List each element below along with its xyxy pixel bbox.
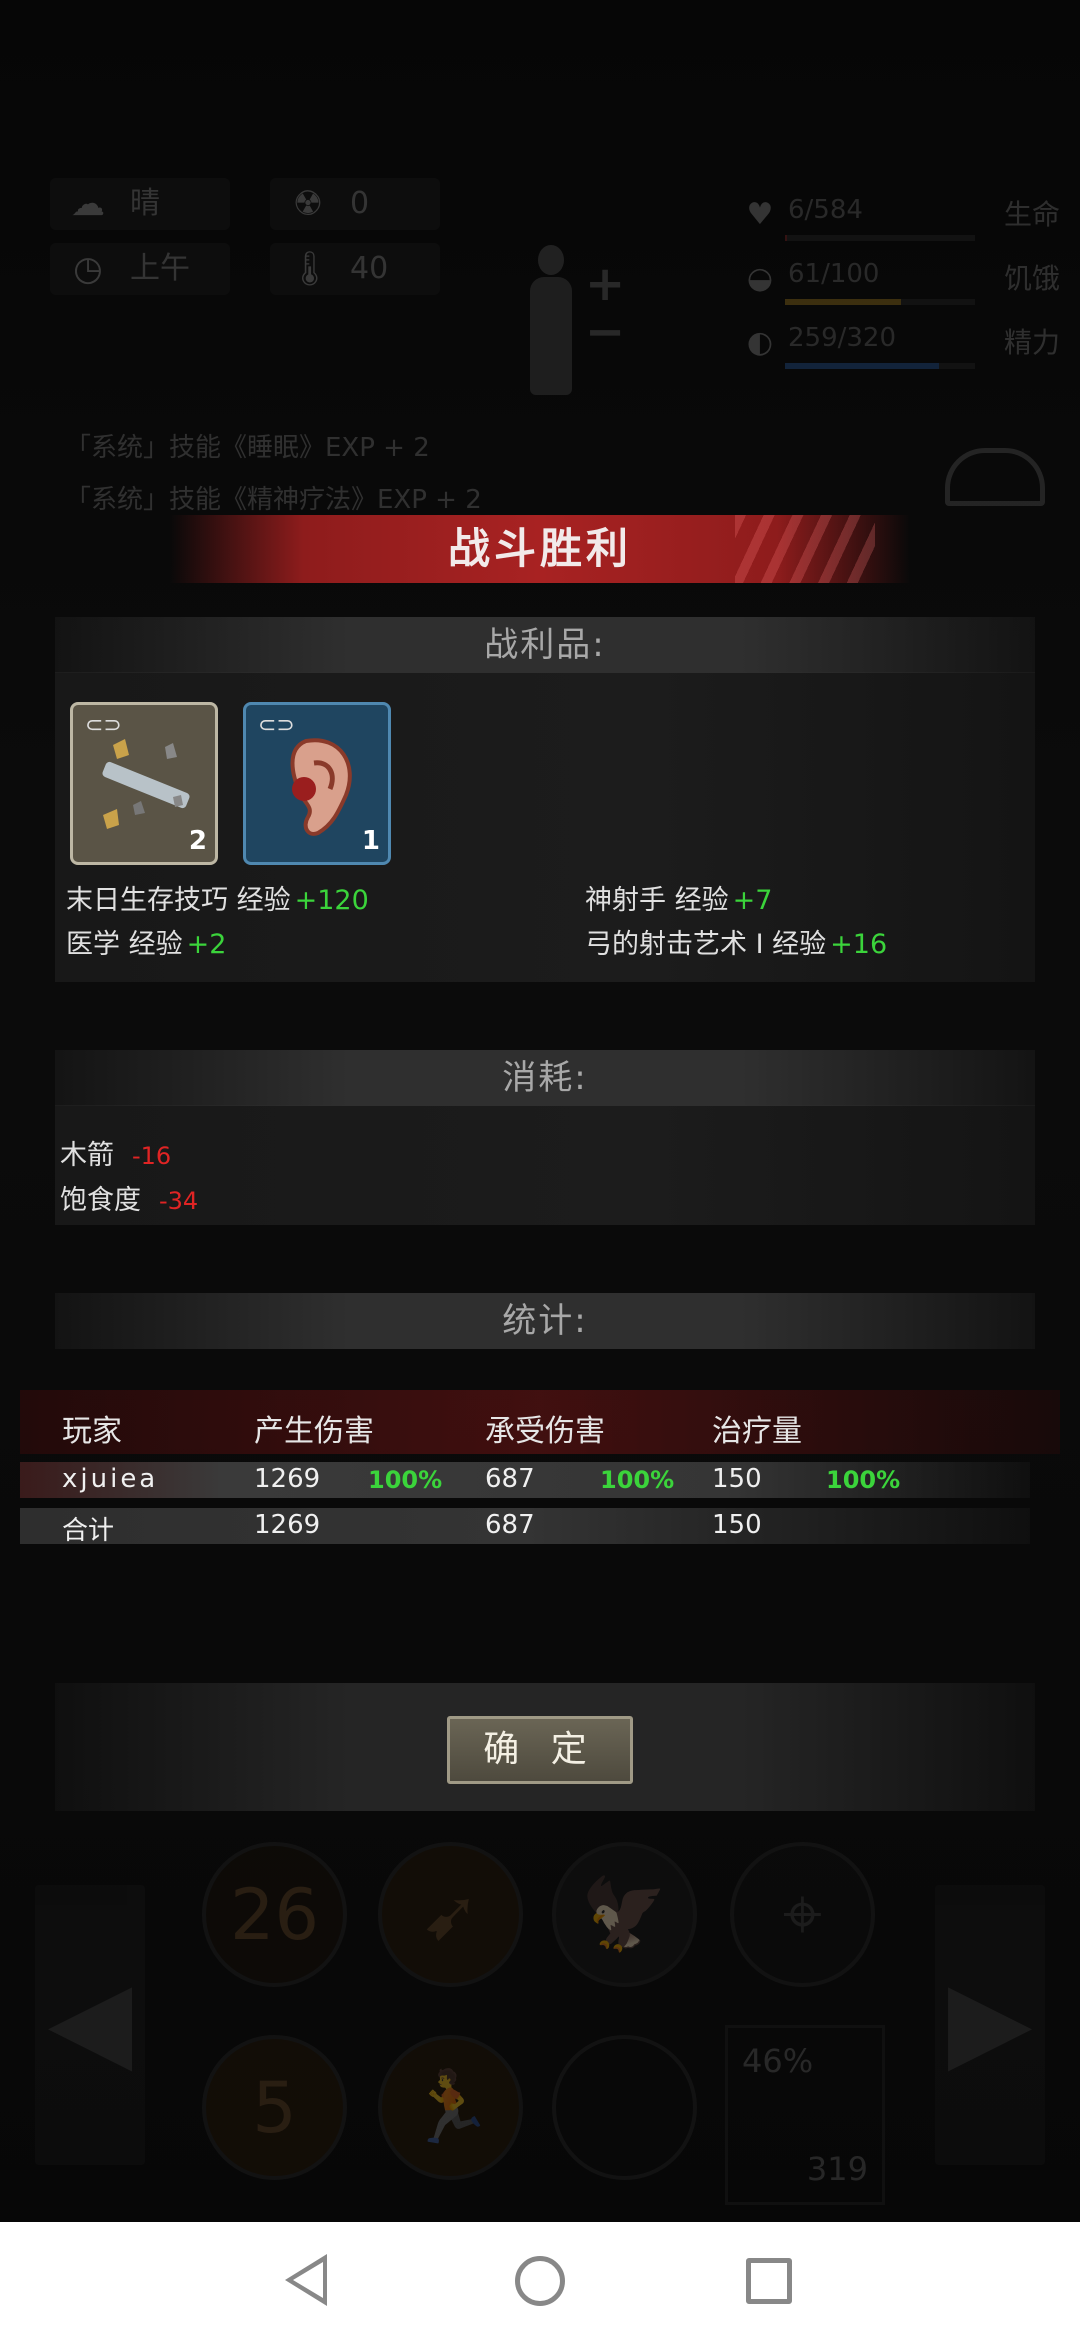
- exp-gain-row: 末日生存技巧 经验 +120: [66, 878, 369, 917]
- confirm-button[interactable]: 确 定: [447, 1716, 633, 1784]
- back-icon[interactable]: [285, 2254, 327, 2306]
- heal-amount: 150: [712, 1464, 762, 1494]
- damage-dealt: 1269: [254, 1464, 321, 1494]
- game-screen: ☁ 晴 ☢ 0 ◷ 上午 🌡 40 + − ♥ 6/584 生命 ◒ 61/100: [0, 0, 1080, 2340]
- loot-item-ear[interactable]: ⊂⊃ 1: [243, 702, 391, 865]
- consumption-header: 消耗:: [55, 1050, 1035, 1106]
- exp-gain-value: +16: [830, 929, 888, 960]
- column-header: 产生伤害: [254, 1414, 374, 1449]
- loot-item-scrap[interactable]: ⊂⊃ 2: [70, 702, 218, 865]
- recent-apps-icon[interactable]: [746, 2258, 792, 2304]
- consumed-amount: -34: [159, 1187, 199, 1215]
- exp-gain-row: 弓的射击艺术 I 经验 +16: [585, 922, 887, 961]
- consumed-item-name: 饱食度: [60, 1185, 141, 1216]
- column-header: 承受伤害: [485, 1414, 605, 1449]
- item-quantity: 1: [361, 826, 380, 856]
- total-damage-taken: 687: [485, 1510, 535, 1540]
- total-label: 合计: [62, 1516, 115, 1546]
- table-row: xjuiea 1269 100% 687 100% 150 100%: [20, 1462, 1030, 1498]
- victory-banner: 战斗胜利: [170, 515, 910, 583]
- exp-gain-value: +7: [732, 885, 773, 916]
- consumption-row: 饱食度 -34: [60, 1178, 198, 1217]
- table-row-total: 合计 1269 687 150: [20, 1508, 1030, 1546]
- player-name: xjuiea: [62, 1464, 159, 1494]
- exp-skill-name: 末日生存技巧 经验: [66, 885, 291, 916]
- damage-dealt-percent: 100%: [368, 1466, 443, 1494]
- damage-taken: 687: [485, 1464, 535, 1494]
- consumption-panel: [55, 1105, 1035, 1225]
- exp-skill-name: 神射手 经验: [585, 885, 729, 916]
- heal-percent: 100%: [826, 1466, 901, 1494]
- stats-header: 统计:: [55, 1293, 1035, 1349]
- home-icon[interactable]: [515, 2256, 565, 2306]
- damage-taken-percent: 100%: [600, 1466, 675, 1494]
- consumption-row: 木箭 -16: [60, 1133, 171, 1172]
- exp-skill-name: 弓的射击艺术 I 经验: [585, 929, 827, 960]
- dialog-title: 战斗胜利: [447, 524, 632, 573]
- exp-gain-value: +2: [186, 929, 227, 960]
- exp-gain-row: 神射手 经验 +7: [585, 878, 772, 917]
- exp-gain-value: +120: [294, 885, 369, 916]
- total-damage-dealt: 1269: [254, 1510, 321, 1540]
- consumed-item-name: 木箭: [60, 1140, 114, 1171]
- consumed-amount: -16: [132, 1142, 172, 1170]
- system-nav-bar: [0, 2222, 1080, 2340]
- loot-header: 战利品:: [55, 617, 1035, 673]
- total-heal: 150: [712, 1510, 762, 1540]
- column-header: 玩家: [62, 1414, 122, 1449]
- exp-gain-row: 医学 经验 +2: [66, 922, 226, 961]
- exp-skill-name: 医学 经验: [66, 929, 183, 960]
- column-header: 治疗量: [712, 1414, 802, 1449]
- item-quantity: 2: [188, 826, 207, 856]
